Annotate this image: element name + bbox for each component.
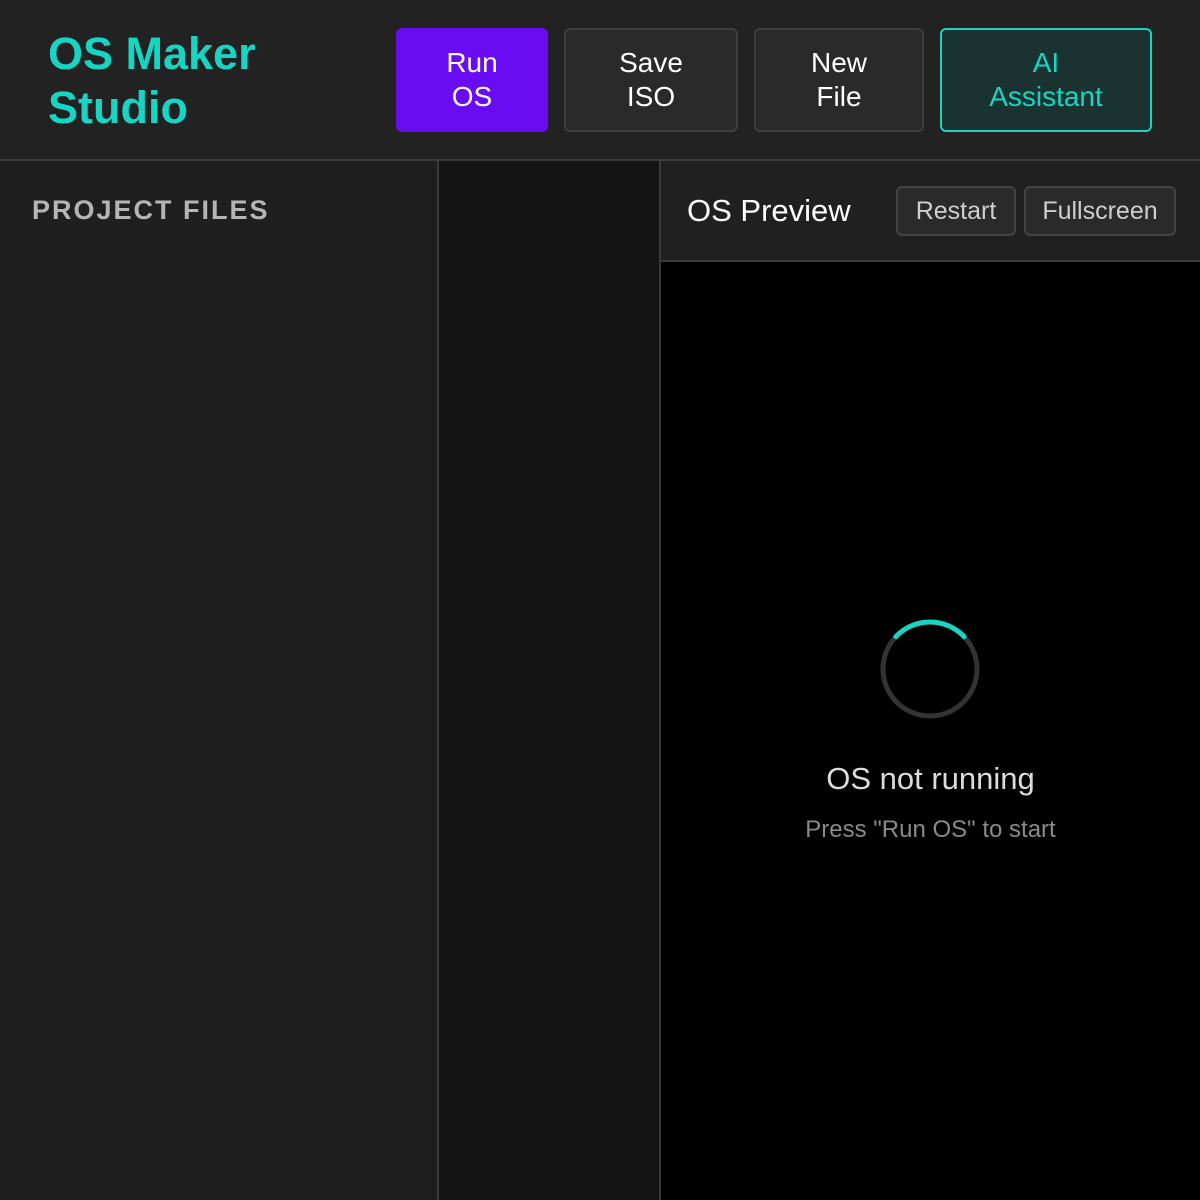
restart-button[interactable]: Restart — [896, 186, 1016, 236]
editor-pane[interactable] — [439, 161, 661, 1200]
ai-assistant-button[interactable]: AI Assistant — [940, 28, 1152, 132]
os-preview-panel: OS Preview Restart Fullscreen OS not run… — [661, 161, 1200, 1200]
fullscreen-button[interactable]: Fullscreen — [1024, 186, 1176, 236]
preview-title: OS Preview — [687, 193, 851, 228]
sidebar-title: PROJECT FILES — [32, 195, 270, 225]
os-status-text: OS not running — [826, 761, 1035, 796]
run-os-button[interactable]: Run OS — [396, 28, 548, 132]
preview-toolbar: OS Preview Restart Fullscreen — [661, 161, 1200, 262]
loading-spinner-icon — [880, 619, 980, 719]
app-window: OS Maker Studio Run OS Save ISO New File… — [0, 0, 1200, 1200]
project-files-sidebar: PROJECT FILES — [0, 161, 439, 1200]
app-title: OS Maker Studio — [48, 28, 256, 133]
save-iso-button[interactable]: Save ISO — [564, 28, 738, 132]
os-start-hint: Press "Run OS" to start — [805, 816, 1056, 843]
new-file-button[interactable]: New File — [754, 28, 924, 132]
top-header: OS Maker Studio Run OS Save ISO New File… — [0, 0, 1200, 161]
